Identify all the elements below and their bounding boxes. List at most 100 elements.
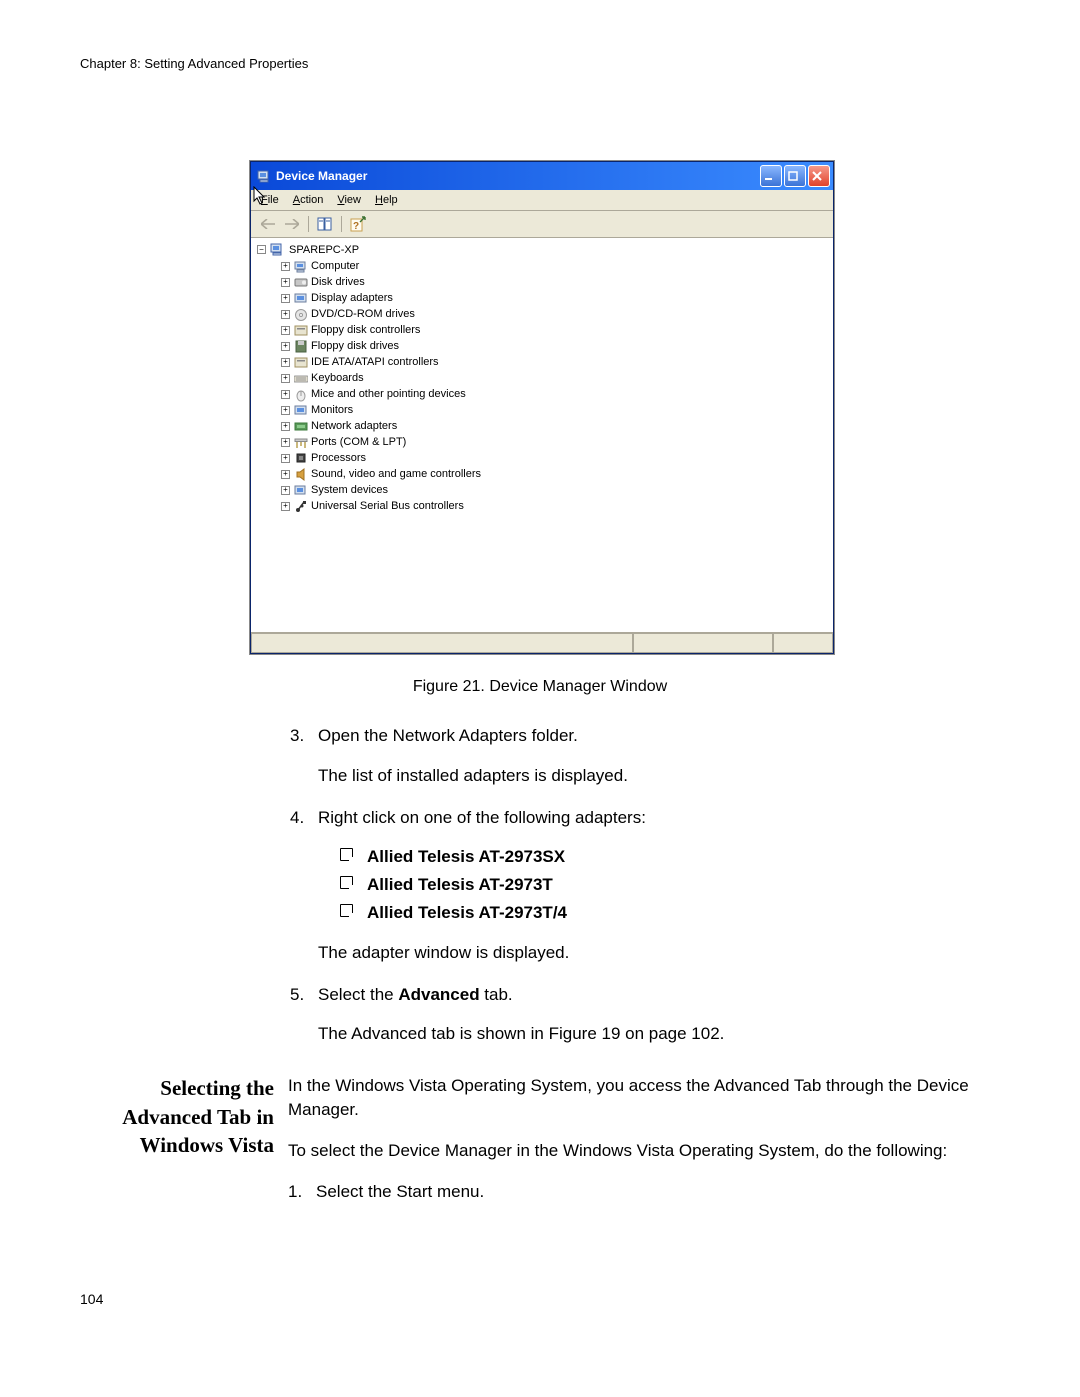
svg-text:?: ?	[353, 221, 359, 232]
adapter-label: Allied Telesis AT-2973SX	[367, 845, 565, 869]
expand-icon[interactable]: +	[281, 262, 290, 271]
cpu-icon	[293, 451, 308, 465]
minimize-button[interactable]	[760, 165, 782, 187]
adapter-option: Allied Telesis AT-2973T/4	[340, 901, 1000, 925]
device-manager-window: Device Manager File Action View Help	[250, 161, 834, 654]
step-1: 1. Select the Start menu.	[288, 1180, 1000, 1204]
back-button[interactable]	[257, 214, 279, 234]
tree-root[interactable]: − SPAREPC-XP	[257, 242, 827, 257]
tree-item[interactable]: +Monitors	[275, 402, 827, 418]
tree-item[interactable]: + Universal Serial Bus controllers	[275, 498, 827, 514]
step-text: The list of installed adapters is displa…	[318, 764, 1000, 788]
tree-item-label: Computer	[311, 260, 359, 272]
tree-item[interactable]: + DVD/CD-ROM drives	[275, 306, 827, 322]
tree-item-label: Sound, video and game controllers	[311, 468, 481, 480]
bullet-icon	[340, 876, 353, 889]
step-text: Select the Start menu.	[316, 1180, 1000, 1204]
forward-button[interactable]	[281, 214, 303, 234]
step-number: 5.	[290, 983, 318, 1047]
expand-icon[interactable]: +	[281, 502, 290, 511]
arrow-left-icon	[261, 219, 275, 229]
properties-icon	[317, 217, 333, 231]
help-button[interactable]: ?	[347, 214, 369, 234]
tree-item[interactable]: +Ports (COM & LPT)	[275, 434, 827, 450]
step-text: The adapter window is displayed.	[318, 941, 1000, 965]
toolbar-separator	[341, 216, 342, 232]
expand-icon[interactable]: +	[281, 310, 290, 319]
tree-item-label: System devices	[311, 484, 388, 496]
arrow-right-icon	[285, 219, 299, 229]
root-label: SPAREPC-XP	[289, 244, 359, 256]
device-tree[interactable]: − SPAREPC-XP + Computer +Disk drives+Displ…	[251, 238, 833, 632]
menu-help[interactable]: Help	[375, 194, 398, 206]
tree-item-label: Floppy disk controllers	[311, 324, 420, 336]
computer-icon	[257, 169, 272, 184]
step-5: 5. Select the Advanced tab. The Advanced…	[290, 983, 1000, 1047]
expand-icon[interactable]: +	[281, 342, 290, 351]
expand-icon[interactable]: +	[281, 422, 290, 431]
step-number: 3.	[290, 724, 318, 788]
system-icon	[293, 483, 308, 497]
tree-item-label: Network adapters	[311, 420, 397, 432]
bullet-icon	[340, 904, 353, 917]
port-icon	[293, 435, 308, 449]
floppy-icon	[293, 339, 308, 353]
tree-item[interactable]: + Sound, video and game controllers	[275, 466, 827, 482]
expand-icon[interactable]: +	[281, 374, 290, 383]
tree-item[interactable]: +Mice and other pointing devices	[275, 386, 827, 402]
adapter-label: Allied Telesis AT-2973T	[367, 873, 553, 897]
sound-icon	[293, 467, 308, 481]
floppy-ctrl-icon	[293, 323, 308, 337]
dvd-icon	[293, 307, 308, 321]
expand-icon[interactable]: +	[281, 454, 290, 463]
figure-caption: Figure 21. Device Manager Window	[80, 678, 1000, 696]
menu-view[interactable]: View	[337, 194, 361, 206]
tree-item[interactable]: +Disk drives	[275, 274, 827, 290]
expand-icon[interactable]: +	[281, 486, 290, 495]
step-4: 4. Right click on one of the following a…	[290, 806, 1000, 965]
section-selecting-advanced-tab: Selecting the Advanced Tab in Windows Vi…	[80, 1074, 1000, 1221]
network-icon	[293, 419, 308, 433]
tree-item[interactable]: +Keyboards	[275, 370, 827, 386]
tree-item[interactable]: +Display adapters	[275, 290, 827, 306]
tree-item[interactable]: + System devices	[275, 482, 827, 498]
collapse-icon[interactable]: −	[257, 245, 266, 254]
mouse-icon	[293, 387, 308, 401]
properties-button[interactable]	[314, 214, 336, 234]
expand-icon[interactable]: +	[281, 278, 290, 287]
tree-item[interactable]: + Floppy disk drives	[275, 338, 827, 354]
tree-item-label: Universal Serial Bus controllers	[311, 500, 464, 512]
tree-item[interactable]: +IDE ATA/ATAPI controllers	[275, 354, 827, 370]
adapter-option: Allied Telesis AT-2973T	[340, 873, 1000, 897]
menu-action[interactable]: Action	[293, 194, 324, 206]
expand-icon[interactable]: +	[281, 294, 290, 303]
close-button[interactable]	[808, 165, 830, 187]
tree-item[interactable]: + Floppy disk controllers	[275, 322, 827, 338]
titlebar[interactable]: Device Manager	[251, 162, 833, 190]
tree-item-label: Floppy disk drives	[311, 340, 399, 352]
section-heading: Selecting the Advanced Tab in Windows Vi…	[80, 1074, 288, 1221]
disk-icon	[293, 275, 308, 289]
step-text: Select the Advanced tab.	[318, 983, 1000, 1007]
step-text: The Advanced tab is shown in Figure 19 o…	[318, 1022, 1000, 1046]
usb-icon	[293, 499, 308, 513]
tree-item[interactable]: +Processors	[275, 450, 827, 466]
step-number: 4.	[290, 806, 318, 965]
toolbar: ?	[251, 211, 833, 238]
expand-icon[interactable]: +	[281, 470, 290, 479]
monitor-icon	[293, 403, 308, 417]
page-number: 104	[80, 1291, 1000, 1307]
maximize-button[interactable]	[784, 165, 806, 187]
expand-icon[interactable]: +	[281, 438, 290, 447]
expand-icon[interactable]: +	[281, 358, 290, 367]
adapter-option: Allied Telesis AT-2973SX	[340, 845, 1000, 869]
step-number: 1.	[288, 1180, 316, 1204]
tree-item[interactable]: + Computer	[275, 258, 827, 274]
computer-icon	[293, 259, 308, 273]
expand-icon[interactable]: +	[281, 326, 290, 335]
tree-item-label: DVD/CD-ROM drives	[311, 308, 415, 320]
menubar: File Action View Help	[251, 190, 833, 211]
tree-item[interactable]: + Network adapters	[275, 418, 827, 434]
expand-icon[interactable]: +	[281, 390, 290, 399]
expand-icon[interactable]: +	[281, 406, 290, 415]
